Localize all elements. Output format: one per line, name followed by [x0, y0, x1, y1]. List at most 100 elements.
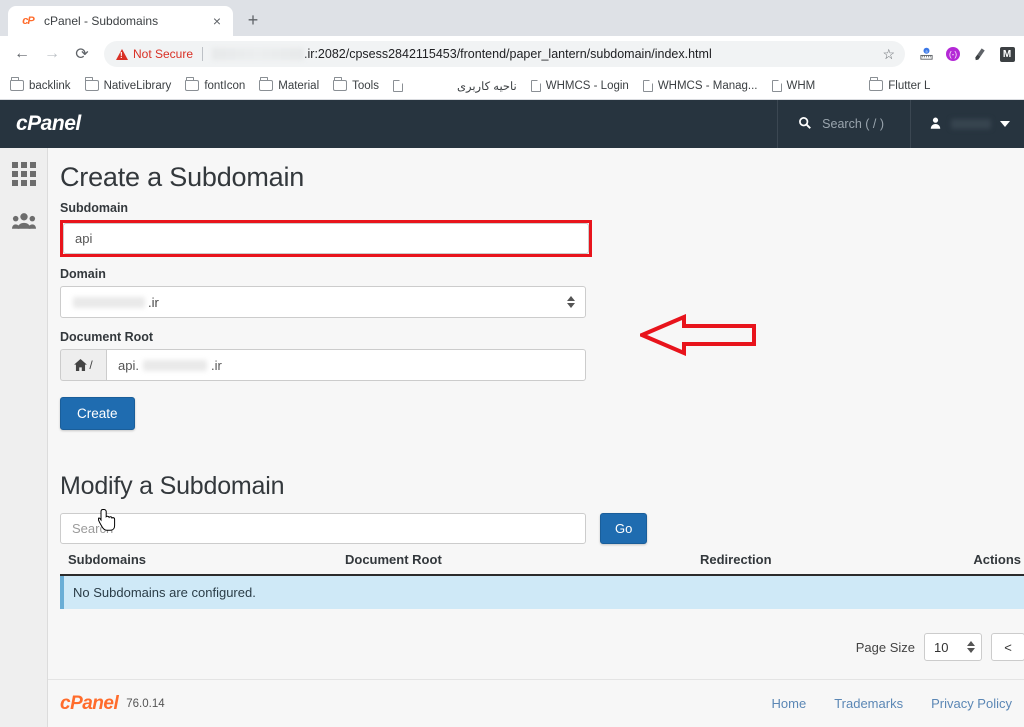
warning-triangle-icon — [116, 48, 128, 60]
search-icon — [798, 116, 812, 133]
browser-tab[interactable]: cP cPanel - Subdomains × — [8, 6, 233, 36]
document-root-input[interactable]: api. .ir — [106, 349, 586, 381]
cpanel-favicon-icon: cP — [22, 15, 34, 27]
page-icon — [393, 79, 403, 92]
home-icon: / — [60, 349, 106, 381]
subdomain-label: Subdomain — [60, 201, 129, 215]
page-size-select[interactable]: 10 — [924, 633, 982, 661]
column-header-actions[interactable]: Actions — [935, 552, 1024, 567]
domain-label: Domain — [60, 267, 106, 281]
ruler-extension-icon[interactable]: a — [917, 45, 935, 63]
folder-icon — [333, 77, 348, 91]
bookmark-item[interactable]: fontIcon — [185, 77, 245, 92]
chevron-down-icon[interactable] — [1000, 121, 1010, 127]
cpanel-main-content: Create a Subdomain Subdomain api Domain … — [48, 148, 1024, 727]
bookmark-item[interactable]: ناحیه کاربری — [457, 79, 517, 93]
column-header-redirection[interactable]: Redirection — [700, 552, 935, 567]
table-header-row: Subdomains Document Root Redirection Act… — [60, 552, 1024, 576]
footer-link-privacy-policy[interactable]: Privacy Policy — [931, 696, 1012, 711]
bookmark-label: Flutter L — [888, 79, 931, 92]
cpanel-body: Create a Subdomain Subdomain api Domain … — [0, 148, 1024, 727]
document-root-prefix: / — [89, 358, 93, 372]
footer-cpanel-logo[interactable]: cPanel — [60, 693, 119, 715]
footer-link-trademarks[interactable]: Trademarks — [834, 696, 903, 711]
folder-icon — [84, 77, 99, 91]
url-text: .ir:2082/cpsess2842115453/frontend/paper… — [304, 47, 712, 61]
page-icon — [771, 79, 782, 92]
document-root-label: Document Root — [60, 330, 154, 344]
pagination-controls: Page Size 10 < — [60, 633, 1024, 661]
prev-page-button[interactable]: < — [991, 633, 1024, 661]
footer-version: 76.0.14 — [126, 697, 165, 710]
docroot-value-end: .ir — [210, 357, 222, 373]
page-title: Create a Subdomain — [60, 162, 305, 192]
back-icon[interactable]: ← — [8, 40, 36, 68]
cpanel-sidebar — [0, 148, 48, 727]
redacted-domain — [73, 296, 145, 308]
purple-circle-extension-icon[interactable]: (-) — [944, 45, 962, 63]
bookmarks-bar: backlink NativeLibrary fontIcon Material… — [0, 72, 1024, 100]
cpanel-page: cPanel Search ( / ) Create a Subdomain S… — [0, 100, 1024, 727]
bookmark-label: Tools — [352, 79, 379, 92]
bookmark-star-icon[interactable]: ☆ — [874, 46, 895, 63]
subdomain-input[interactable]: api — [63, 223, 589, 254]
address-bar[interactable]: Not Secure .ir:2082/cpsess2842115453/fro… — [104, 41, 905, 67]
bookmark-label: WHMCS - Login — [545, 79, 629, 92]
bookmark-item[interactable]: backlink — [10, 77, 71, 92]
new-tab-button[interactable]: + — [239, 6, 267, 34]
page-icon — [530, 79, 541, 92]
bookmark-item[interactable]: WHMCS - Manag... — [642, 79, 758, 92]
folder-icon — [869, 77, 884, 91]
reload-icon[interactable]: ⟳ — [68, 40, 96, 68]
footer-links: Home Trademarks Privacy Policy — [772, 696, 1012, 711]
footer-link-home[interactable]: Home — [772, 696, 807, 711]
red-highlight-box: api — [60, 220, 592, 257]
bookmark-label: Material — [278, 79, 320, 92]
omnibox-divider — [202, 47, 204, 61]
bookmark-item[interactable]: WHM — [771, 79, 816, 92]
bookmark-item[interactable] — [393, 79, 403, 92]
browser-toolbar: ← → ⟳ Not Secure .ir:2082/cpsess28421154… — [0, 36, 1024, 72]
bookmark-item[interactable]: WHMCS - Login — [530, 79, 629, 92]
redacted-hostname — [212, 48, 305, 60]
go-button[interactable]: Go — [600, 513, 648, 544]
bookmark-label: ناحیه کاربری — [457, 80, 517, 93]
not-secure-label: Not Secure — [133, 47, 194, 61]
cpanel-footer: cPanel 76.0.14 Home Trademarks Privacy P… — [48, 679, 1024, 727]
bookmark-item[interactable]: Tools — [333, 77, 379, 92]
modify-search-row: Search Go — [60, 513, 1024, 544]
bookmark-item[interactable]: Material — [259, 77, 320, 92]
column-header-document-root[interactable]: Document Root — [345, 552, 700, 567]
m-extension-icon[interactable]: M — [998, 45, 1016, 63]
cpanel-logo[interactable]: cPanel — [0, 112, 777, 136]
forward-icon[interactable]: → — [38, 40, 66, 68]
document-root-group: / api. .ir — [60, 349, 586, 381]
redacted-docroot-domain — [142, 359, 207, 371]
search-placeholder: Search ( / ) — [822, 117, 884, 131]
not-secure-badge[interactable]: Not Secure — [116, 47, 193, 61]
create-button[interactable]: Create — [60, 397, 135, 430]
user-icon — [929, 116, 942, 133]
cpanel-header: cPanel Search ( / ) — [0, 100, 1024, 148]
folder-icon — [10, 77, 24, 91]
global-search[interactable]: Search ( / ) — [777, 100, 910, 148]
extension-icons: a (-) M — [913, 45, 1016, 63]
modify-search-input[interactable]: Search — [60, 513, 586, 544]
select-spinner-icon — [967, 641, 975, 653]
page-size-label: Page Size — [855, 639, 915, 655]
docroot-value-start: api. — [118, 357, 139, 373]
bookmark-item[interactable]: NativeLibrary — [84, 77, 172, 92]
column-header-subdomains[interactable]: Subdomains — [60, 552, 345, 567]
tab-strip: cP cPanel - Subdomains × + — [0, 0, 1024, 36]
sidebar-item-apps-grid-icon[interactable] — [11, 162, 36, 186]
user-menu[interactable] — [910, 100, 1024, 148]
bookmark-label: NativeLibrary — [103, 79, 172, 92]
bookmark-item[interactable]: Flutter L — [869, 77, 931, 92]
bookmark-label: WHM — [786, 79, 816, 92]
domain-select-value: .ir — [148, 294, 159, 310]
sidebar-item-user-manager-icon[interactable] — [11, 212, 36, 233]
close-icon[interactable]: × — [209, 13, 225, 29]
eyedropper-extension-icon[interactable] — [970, 44, 991, 65]
subdomains-table: Subdomains Document Root Redirection Act… — [60, 552, 1024, 609]
domain-select[interactable]: .ir — [60, 286, 586, 318]
